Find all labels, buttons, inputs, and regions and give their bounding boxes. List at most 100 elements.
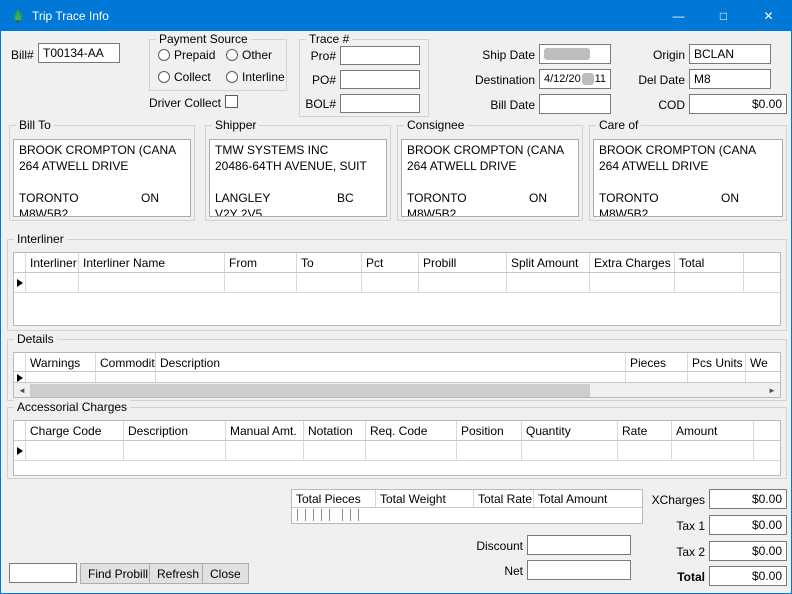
row-selector-marker-icon — [17, 374, 23, 382]
bol-input[interactable] — [340, 94, 420, 113]
scrollbar-thumb[interactable] — [30, 384, 590, 397]
bill-to-address[interactable]: BROOK CROMPTON (CANA 264 ATWELL DRIVE TO… — [13, 139, 191, 217]
address-street: 264 ATWELL DRIVE — [407, 158, 573, 174]
bill-label: Bill# — [11, 48, 34, 62]
table-cell[interactable] — [362, 273, 419, 292]
bill-date-label: Bill Date — [461, 98, 535, 112]
net-input[interactable] — [527, 560, 631, 580]
minimize-icon[interactable]: — — [656, 1, 701, 31]
address-province: ON — [721, 190, 739, 206]
shipper-address[interactable]: TMW SYSTEMS INC 20486-64TH AVENUE, SUIT … — [209, 139, 387, 217]
care-of-address[interactable]: BROOK CROMPTON (CANA 264 ATWELL DRIVE TO… — [593, 139, 783, 217]
bill-input[interactable] — [38, 43, 120, 63]
row-selector-header — [14, 353, 26, 371]
close-button[interactable]: Close — [202, 563, 249, 584]
column-header: From — [225, 253, 297, 272]
destination-input[interactable]: 4/12/2011 — [539, 69, 611, 89]
interliner-grid-header: Interliner Interliner Name From To Pct P… — [14, 253, 780, 273]
table-cell[interactable] — [590, 273, 675, 292]
radio-other[interactable]: Other — [226, 48, 272, 62]
table-cell[interactable] — [226, 441, 304, 460]
total-input[interactable] — [709, 566, 787, 586]
table-cell[interactable] — [26, 273, 79, 292]
radio-prepaid[interactable]: Prepaid — [158, 48, 215, 62]
table-cell[interactable] — [225, 273, 297, 292]
table-cell[interactable] — [124, 441, 226, 460]
scroll-right-icon[interactable]: ► — [764, 383, 780, 398]
table-cell[interactable] — [618, 441, 672, 460]
probill-search-input[interactable] — [9, 563, 77, 583]
table-cell[interactable] — [419, 273, 507, 292]
subcell-divider — [342, 509, 343, 521]
table-cell[interactable] — [79, 273, 225, 292]
column-header: Amount — [672, 421, 754, 440]
bill-to-title: Bill To — [16, 118, 54, 132]
maximize-icon[interactable]: □ — [701, 1, 746, 31]
column-header: Description — [124, 421, 226, 440]
ship-date-label: Ship Date — [461, 48, 535, 62]
column-header: Pct — [362, 253, 419, 272]
titlebar[interactable]: Trip Trace Info — □ ✕ — [1, 1, 791, 31]
table-cell[interactable] — [507, 273, 590, 292]
trace-group: Trace # Pro# PO# BOL# — [299, 39, 429, 117]
origin-input[interactable] — [689, 44, 771, 64]
tax2-input[interactable] — [709, 541, 787, 561]
accessorial-title: Accessorial Charges — [14, 400, 130, 414]
horizontal-scrollbar[interactable]: ◄ ► — [14, 382, 780, 397]
find-probill-button[interactable]: Find Probill — [80, 563, 156, 584]
redacted-area — [582, 73, 594, 85]
destination-value-pre: 4/12/20 — [544, 73, 581, 85]
shipper-title: Shipper — [212, 118, 259, 132]
radio-collect[interactable]: Collect — [158, 70, 211, 84]
table-cell[interactable] — [522, 441, 618, 460]
tax1-input[interactable] — [709, 515, 787, 535]
scroll-left-icon[interactable]: ◄ — [14, 383, 30, 398]
pro-input[interactable] — [340, 46, 420, 65]
interliner-grid: Interliner Interliner Name From To Pct P… — [13, 252, 781, 326]
table-cell[interactable] — [672, 441, 754, 460]
net-label: Net — [451, 564, 523, 578]
shipper-group: Shipper TMW SYSTEMS INC 20486-64TH AVENU… — [205, 125, 391, 221]
bill-to-group: Bill To BROOK CROMPTON (CANA 264 ATWELL … — [9, 125, 195, 221]
column-header: Commodity — [96, 353, 156, 371]
table-cell[interactable] — [297, 273, 362, 292]
column-header: Description — [156, 353, 626, 371]
bill-date-input[interactable] — [539, 94, 611, 114]
discount-input[interactable] — [527, 535, 631, 555]
refresh-button[interactable]: Refresh — [149, 563, 207, 584]
del-date-input[interactable] — [689, 69, 771, 89]
driver-collect-checkbox[interactable] — [225, 95, 238, 108]
column-header: Pieces — [626, 353, 688, 371]
subcell-divider — [321, 509, 322, 521]
consignee-address[interactable]: BROOK CROMPTON (CANA 264 ATWELL DRIVE TO… — [401, 139, 579, 217]
table-cell[interactable] — [366, 441, 457, 460]
address-blank-line — [407, 174, 573, 190]
close-icon[interactable]: ✕ — [746, 1, 791, 31]
column-header: Position — [457, 421, 522, 440]
column-header: Probill — [419, 253, 507, 272]
table-cell[interactable] — [26, 441, 124, 460]
cod-input[interactable] — [689, 94, 787, 114]
po-input[interactable] — [340, 70, 420, 89]
xcharges-input[interactable] — [709, 489, 787, 509]
address-province: ON — [141, 190, 159, 206]
table-cell[interactable] — [675, 273, 744, 292]
radio-collect-label: Collect — [174, 70, 211, 84]
app-icon — [10, 8, 26, 24]
table-cell[interactable] — [304, 441, 366, 460]
radio-collect-circle-icon — [158, 71, 170, 83]
bol-label: BOL# — [302, 97, 336, 111]
table-row[interactable] — [14, 441, 780, 461]
table-row[interactable] — [14, 273, 780, 293]
window-controls: — □ ✕ — [656, 1, 791, 31]
address-name: BROOK CROMPTON (CANA — [19, 142, 185, 158]
column-header: Quantity — [522, 421, 618, 440]
address-city-line: TORONTOON — [19, 190, 185, 206]
payment-source-group: Payment Source Prepaid Other Collect Int… — [149, 39, 287, 91]
del-date-label: Del Date — [623, 73, 685, 87]
table-cell[interactable] — [457, 441, 522, 460]
ship-date-input[interactable] — [539, 44, 611, 64]
total-pieces-subcells — [292, 508, 642, 523]
address-street: 20486-64TH AVENUE, SUIT — [215, 158, 381, 174]
radio-interline[interactable]: Interline — [226, 70, 285, 84]
